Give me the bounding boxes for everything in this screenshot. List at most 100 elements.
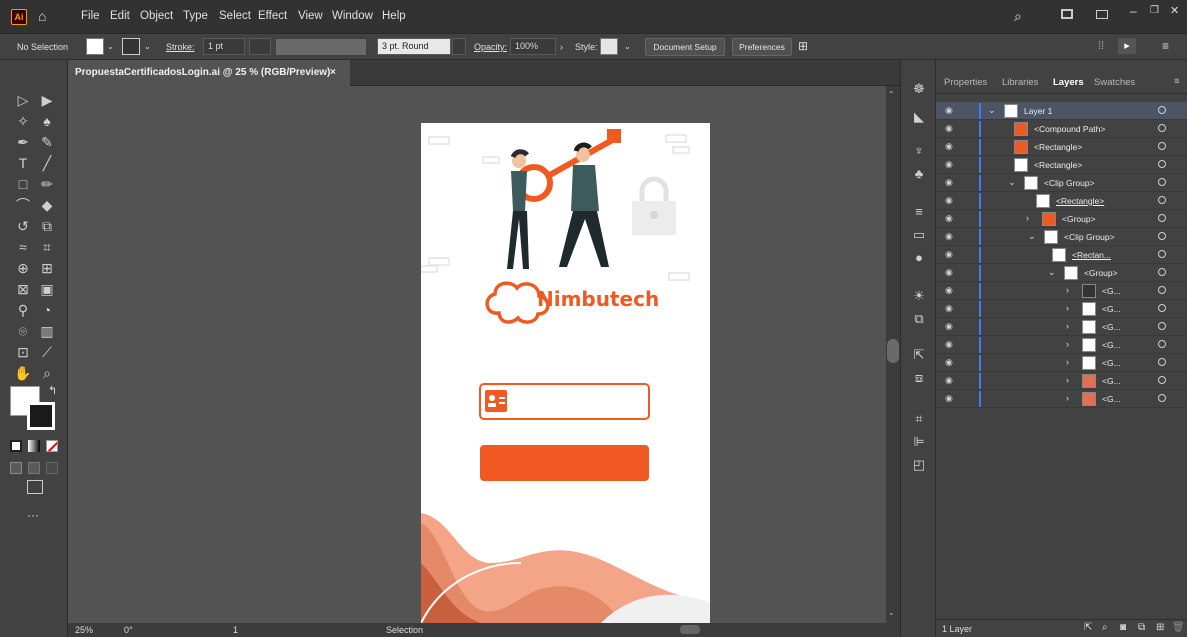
menu-effect[interactable]: Effect (258, 10, 287, 22)
document-setup-button[interactable]: Document Setup (645, 38, 725, 56)
tab-libraries[interactable]: Libraries (1002, 77, 1038, 88)
arrange-docs-icon[interactable] (1096, 10, 1108, 19)
target-circle-icon[interactable] (1158, 286, 1166, 294)
visibility-eye-icon[interactable]: ◉ (945, 123, 955, 133)
chevron-right-icon[interactable]: › (1026, 213, 1029, 223)
stroke-panel-icon[interactable]: ≡ (910, 203, 928, 221)
artboard-number[interactable]: 1 (233, 625, 238, 635)
draw-normal-icon[interactable] (10, 462, 22, 474)
menu-object[interactable]: Object (140, 10, 173, 22)
align-icon[interactable]: ⊞ (798, 39, 808, 53)
layer-row[interactable]: ◉ › <G... (936, 282, 1187, 300)
chevron-down-icon[interactable]: ⌄ (1028, 231, 1036, 242)
target-circle-icon[interactable] (1158, 304, 1166, 312)
tab-properties[interactable]: Properties (944, 77, 987, 88)
scroll-down-icon[interactable]: ⌄ (888, 608, 895, 617)
menu-window[interactable]: Window (332, 10, 373, 22)
scale-tool-icon[interactable]: ⧉ (37, 216, 57, 236)
horizontal-scroll-thumb[interactable] (680, 625, 700, 634)
artboard[interactable]: Nimbutech (421, 123, 710, 623)
variable-width-profile[interactable] (276, 39, 366, 55)
collect-for-export-icon[interactable]: ⇱ (1084, 622, 1092, 633)
visibility-eye-icon[interactable]: ◉ (945, 105, 955, 115)
fill-swatch[interactable] (86, 38, 104, 55)
screen-mode-icon[interactable] (27, 480, 43, 494)
draw-inside-icon[interactable] (46, 462, 58, 474)
chevron-down-icon[interactable]: ⌄ (988, 105, 996, 116)
menu-type[interactable]: Type (183, 10, 208, 22)
transform-icon[interactable]: ⌗ (910, 410, 928, 428)
opacity-field[interactable]: 100% (510, 38, 556, 55)
stroke-weight-field[interactable]: 1 pt (203, 38, 245, 55)
perspective-grid-tool-icon[interactable]: ⊞ (37, 258, 57, 278)
target-circle-icon[interactable] (1158, 340, 1166, 348)
layer-row[interactable]: ◉ › <Group> (936, 210, 1187, 228)
chevron-right-icon[interactable]: › (1066, 285, 1069, 295)
canvas[interactable]: Nimbutech (68, 86, 886, 623)
grid-icon[interactable]: ⁞⁞ (1098, 40, 1104, 52)
color-icon[interactable]: ◣ (910, 108, 928, 126)
target-circle-icon[interactable] (1158, 358, 1166, 366)
visibility-eye-icon[interactable]: ◉ (945, 285, 955, 295)
target-circle-icon[interactable] (1158, 196, 1166, 204)
curvature-tool-icon[interactable]: ✎ (37, 132, 57, 152)
minimize-icon[interactable]: – (1130, 4, 1137, 18)
document-tab[interactable]: PropuestaCertificadosLogin.ai @ 25 % (RG… (68, 60, 350, 86)
new-layer-icon[interactable]: ⊞ (1156, 622, 1164, 633)
close-icon[interactable]: ✕ (1170, 4, 1179, 17)
visibility-eye-icon[interactable]: ◉ (945, 267, 955, 277)
clipping-mask-icon[interactable]: ◙ (1120, 622, 1126, 633)
close-document-icon[interactable]: × (330, 60, 336, 86)
layer-row[interactable]: ◉ <Rectangle> (936, 138, 1187, 156)
chevron-down-icon[interactable]: ⌄ (1008, 177, 1016, 188)
menu-select[interactable]: Select (219, 10, 251, 22)
selection-tool-icon[interactable]: ▷ (13, 90, 33, 110)
layer-row[interactable]: ◉ <Rectan... (936, 246, 1187, 264)
layer-row[interactable]: ◉ › <G... (936, 300, 1187, 318)
gradient-tool-icon[interactable]: ▣ (37, 279, 57, 299)
stroke-color-icon[interactable] (27, 402, 55, 430)
chevron-right-icon[interactable]: › (1066, 321, 1069, 331)
chevron-right-icon[interactable]: › (1066, 357, 1069, 367)
chevron-right-icon[interactable]: › (1066, 303, 1069, 313)
visibility-eye-icon[interactable]: ◉ (945, 249, 955, 259)
appearance-icon[interactable]: ☀ (910, 287, 928, 305)
visibility-eye-icon[interactable]: ◉ (945, 159, 955, 169)
artboards-icon[interactable]: ⧈ (910, 369, 928, 387)
stroke-label[interactable]: Stroke: (166, 42, 195, 52)
chevron-right-icon[interactable]: › (1066, 393, 1069, 403)
target-circle-icon[interactable] (1158, 106, 1166, 114)
layer-row[interactable]: ◉ <Rectangle> (936, 192, 1187, 210)
visibility-eye-icon[interactable]: ◉ (945, 177, 955, 187)
free-transform-tool-icon[interactable]: ⌗ (37, 237, 57, 257)
stroke-swatch[interactable] (122, 38, 140, 55)
zoom-field[interactable]: 25% (75, 625, 93, 635)
target-circle-icon[interactable] (1158, 250, 1166, 258)
layer-row[interactable]: ◉ › <G... (936, 318, 1187, 336)
workspace-icon[interactable] (1061, 9, 1073, 19)
scroll-up-icon[interactable]: ⌃ (888, 90, 895, 99)
artboard-tool-icon[interactable]: ⊡ (13, 342, 33, 362)
target-circle-icon[interactable] (1158, 142, 1166, 150)
opacity-arrow-icon[interactable]: › (560, 42, 563, 52)
lasso-tool-icon[interactable]: ♠ (37, 111, 57, 131)
search-icon[interactable]: ⌕ (1014, 8, 1022, 25)
layer-row[interactable]: ◉ ⌄ <Group> (936, 264, 1187, 282)
style-swatch[interactable] (600, 38, 618, 55)
eyedropper-tool-icon[interactable]: ⚲ (13, 300, 33, 320)
target-circle-icon[interactable] (1158, 394, 1166, 402)
brushes-icon[interactable]: ♆ (910, 142, 928, 160)
target-circle-icon[interactable] (1158, 214, 1166, 222)
eraser-tool-icon[interactable]: ◆ (37, 195, 57, 215)
delete-layer-icon[interactable]: 🗑 (1172, 622, 1185, 633)
vertical-scrollbar[interactable]: ⌃ ⌄ (886, 86, 900, 623)
home-icon[interactable]: ⌂ (38, 8, 46, 24)
menu-lines-icon[interactable]: ≡ (1162, 39, 1169, 53)
menu-help[interactable]: Help (382, 10, 406, 22)
target-circle-icon[interactable] (1158, 232, 1166, 240)
swap-colors-icon[interactable]: ↰ (48, 384, 57, 397)
draw-behind-icon[interactable] (28, 462, 40, 474)
menu-view[interactable]: View (298, 10, 323, 22)
fill-dropdown-chevron-icon[interactable]: ⌄ (107, 42, 114, 51)
visibility-eye-icon[interactable]: ◉ (945, 339, 955, 349)
